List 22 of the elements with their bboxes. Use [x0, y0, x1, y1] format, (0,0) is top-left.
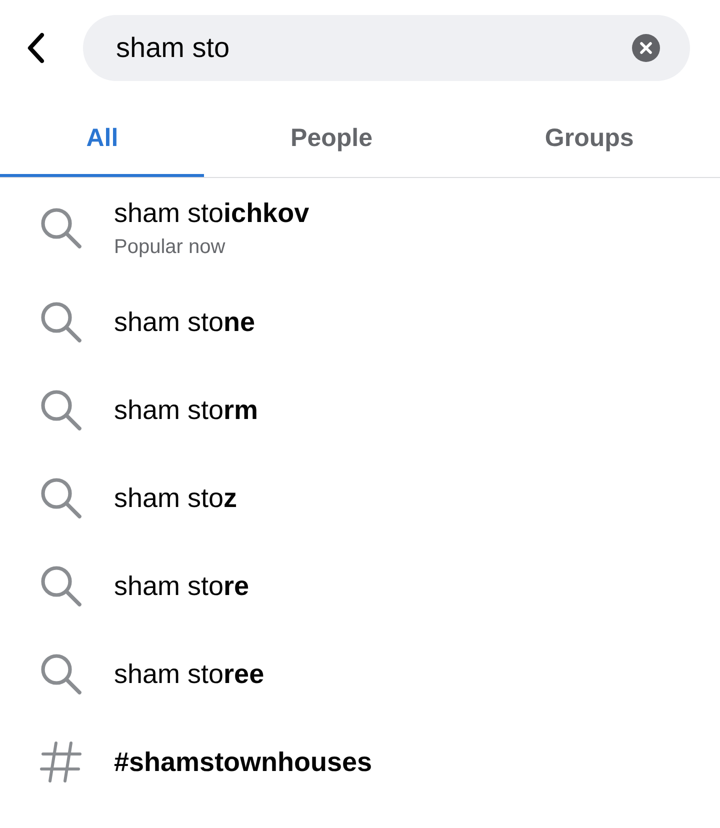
- hashtag-icon: [40, 741, 82, 783]
- search-suggestion[interactable]: sham stoichkov: [114, 196, 310, 230]
- clear-button[interactable]: [632, 34, 660, 62]
- search-icon: [40, 477, 82, 519]
- search-suggestion[interactable]: sham storm: [114, 393, 258, 427]
- hashtag-suggestion[interactable]: #shamstownhouses: [114, 745, 372, 779]
- search-icon: [40, 389, 82, 431]
- chevron-left-icon: [25, 32, 47, 64]
- search-suggestion[interactable]: sham stone: [114, 305, 256, 339]
- tab[interactable]: People: [204, 96, 459, 177]
- clear-icon: [632, 34, 660, 62]
- suggestion-subtitle: Popular now: [114, 235, 226, 260]
- search-icon: [40, 207, 82, 249]
- search-icon: [40, 301, 82, 343]
- tab[interactable]: All: [0, 96, 204, 177]
- tab[interactable]: Groups: [458, 96, 720, 177]
- search-icon: [40, 565, 82, 607]
- search-suggestion[interactable]: sham stoz: [114, 481, 238, 515]
- search-field[interactable]: sham sto: [83, 15, 690, 81]
- search-suggestion[interactable]: sham storee: [114, 657, 264, 691]
- search-icon: [40, 653, 82, 695]
- search-suggestion[interactable]: sham store: [114, 569, 250, 603]
